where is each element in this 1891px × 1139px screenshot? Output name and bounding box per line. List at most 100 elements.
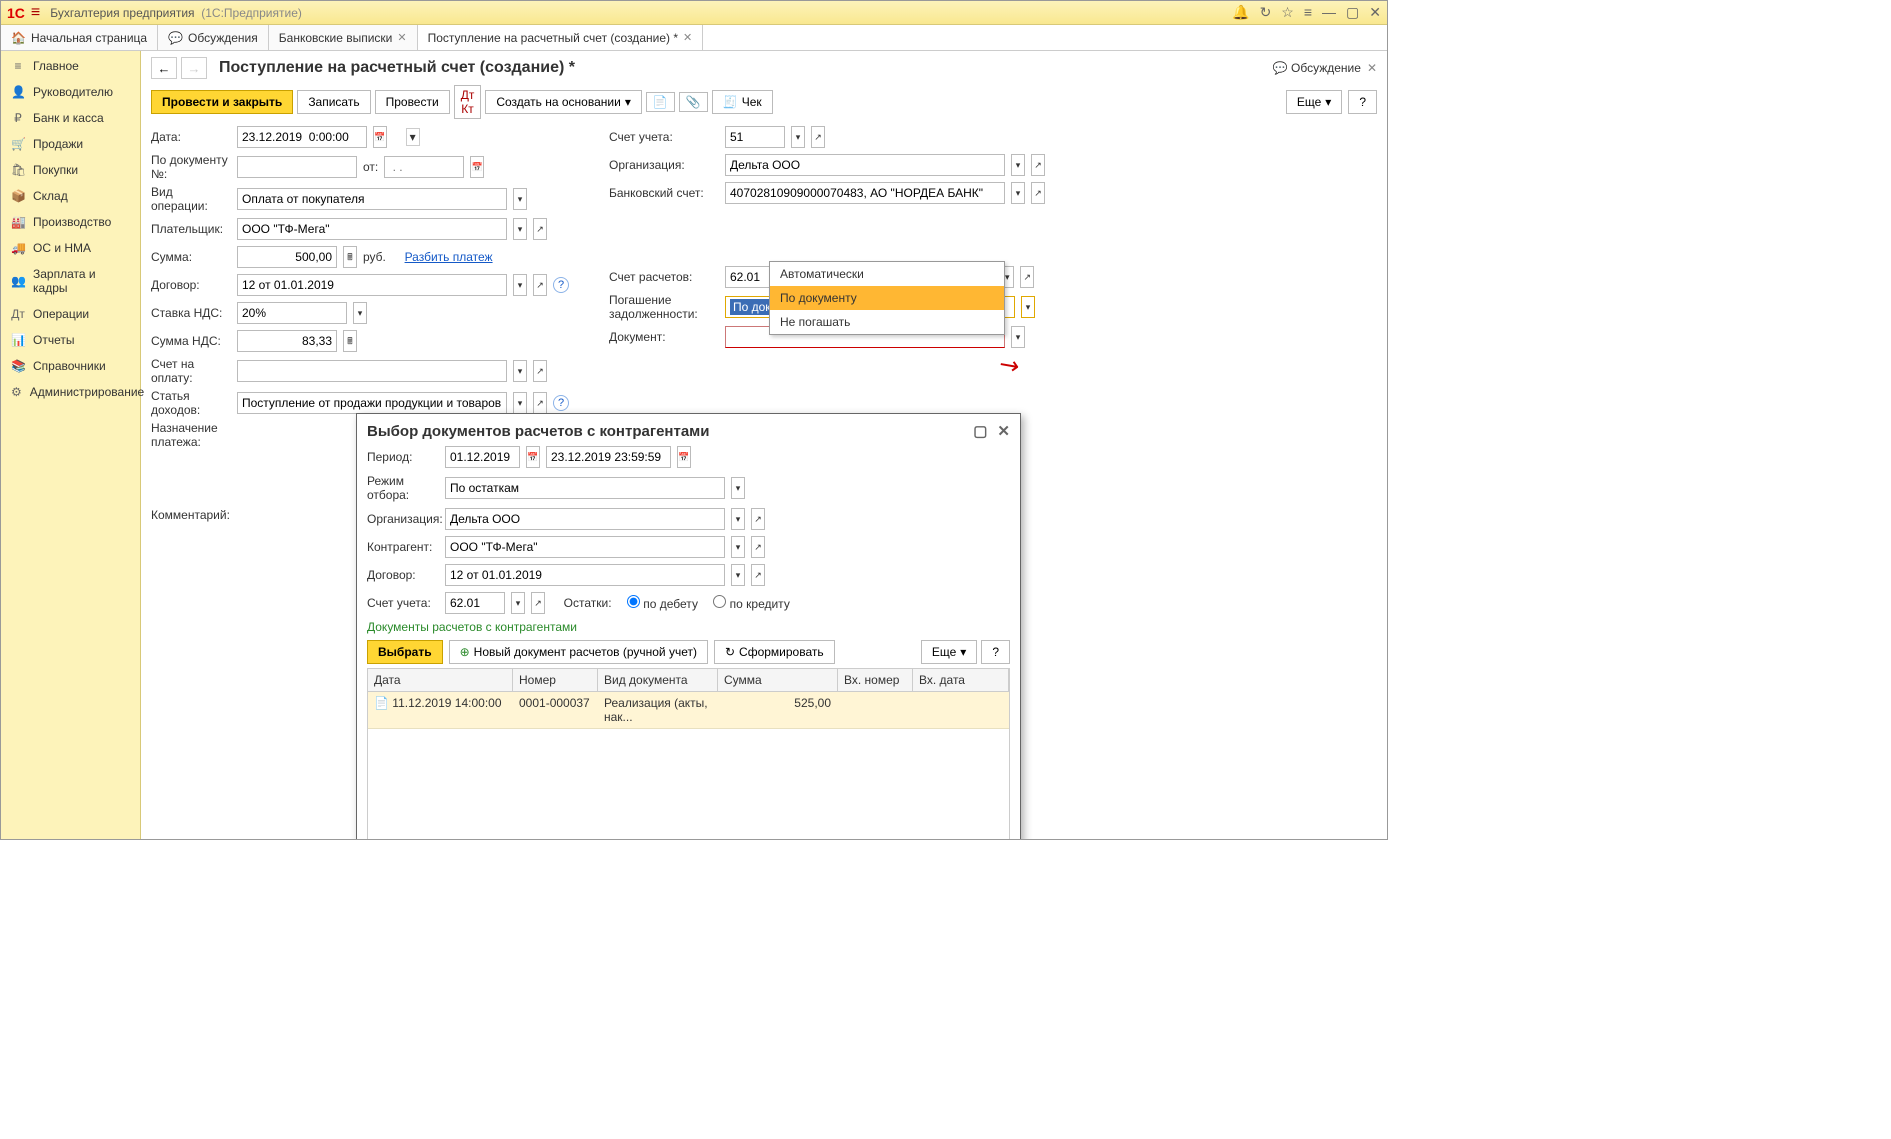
post-close-button[interactable]: Провести и закрыть (151, 90, 293, 114)
dlg-help-button[interactable]: ? (981, 640, 1010, 664)
col-sum[interactable]: Сумма (718, 669, 838, 691)
create-based-button[interactable]: Создать на основании ▾ (485, 90, 642, 114)
open-icon[interactable]: ↗ (533, 360, 547, 382)
chevron-down-icon[interactable]: ▾ (731, 564, 745, 586)
op-input[interactable] (237, 188, 507, 210)
chevron-down-icon[interactable]: ▾ (1011, 326, 1025, 348)
calendar-icon[interactable]: 📅 (526, 446, 540, 468)
option-bydoc[interactable]: По документу (770, 286, 1004, 310)
generate-button[interactable]: ↻ Сформировать (714, 640, 835, 664)
chevron-down-icon[interactable]: ▾ (513, 218, 527, 240)
chevron-down-icon[interactable]: ▾ (1011, 182, 1025, 204)
chevron-down-icon[interactable]: ▾ (1011, 154, 1025, 176)
dlg-more-button[interactable]: Еще ▾ (921, 640, 977, 664)
minimize-icon[interactable]: — (1322, 4, 1336, 21)
menu-icon[interactable]: ≡ (31, 4, 40, 22)
close-icon[interactable]: ✕ (683, 31, 692, 44)
copy-button[interactable]: 📄 (646, 92, 675, 112)
open-icon[interactable]: ↗ (531, 592, 545, 614)
tab-bank[interactable]: Банковские выписки ✕ (269, 25, 418, 50)
date-input[interactable] (237, 126, 367, 148)
forward-button[interactable]: → (181, 57, 207, 79)
open-icon[interactable]: ↗ (1031, 182, 1045, 204)
payer-input[interactable] (237, 218, 507, 240)
dtkt-button[interactable]: ДтКт (454, 85, 482, 119)
help-button[interactable]: ? (1348, 90, 1377, 114)
sidebar-item-refs[interactable]: 📚Справочники (1, 353, 140, 379)
sidebar-item-sales[interactable]: 🛒Продажи (1, 131, 140, 157)
chevron-down-icon[interactable]: ▾ (731, 536, 745, 558)
bankacct-input[interactable] (725, 182, 1005, 204)
sidebar-item-main[interactable]: ≡Главное (1, 53, 140, 79)
post-button[interactable]: Провести (375, 90, 450, 114)
back-button[interactable]: ← (151, 57, 177, 79)
maximize-icon[interactable]: ▢ (973, 422, 987, 440)
select-button[interactable]: Выбрать (367, 640, 443, 664)
discuss-button[interactable]: 💬 Обсуждение (1273, 61, 1361, 75)
bydoc-num-input[interactable] (237, 156, 357, 178)
sidebar-item-reports[interactable]: 📊Отчеты (1, 327, 140, 353)
sidebar-item-purchases[interactable]: 🛍Покупки (1, 157, 140, 183)
col-kind[interactable]: Вид документа (598, 669, 718, 691)
open-icon[interactable]: ↗ (1020, 266, 1034, 288)
save-button[interactable]: Записать (297, 90, 370, 114)
mode-input[interactable] (445, 477, 725, 499)
calc-icon[interactable]: 🖩 (343, 330, 357, 352)
period-from-input[interactable] (445, 446, 520, 468)
dlg-acct-input[interactable] (445, 592, 505, 614)
maximize-icon[interactable]: ▢ (1346, 4, 1359, 21)
cheque-button[interactable]: 🧾 Чек (712, 90, 773, 114)
sidebar-item-operations[interactable]: ДтОперации (1, 301, 140, 327)
contract-input[interactable] (237, 274, 507, 296)
open-icon[interactable]: ↗ (751, 564, 765, 586)
vatsum-input[interactable] (237, 330, 337, 352)
chevron-down-icon[interactable]: ▾ (1021, 296, 1035, 318)
acct-input[interactable] (725, 126, 785, 148)
close-icon[interactable]: ✕ (397, 31, 406, 44)
more-button[interactable]: Еще ▾ (1286, 90, 1342, 114)
sidebar-item-admin[interactable]: ⚙Администрирование (1, 379, 140, 405)
history-icon[interactable]: ↻ (1260, 4, 1272, 21)
bell-icon[interactable]: 🔔 (1232, 4, 1249, 21)
calc-icon[interactable]: 🖩 (343, 246, 357, 268)
chevron-down-icon[interactable]: ▾ (731, 508, 745, 530)
dlg-contract-input[interactable] (445, 564, 725, 586)
col-date[interactable]: Дата (368, 669, 513, 691)
chevron-down-icon[interactable]: ▾ (511, 592, 525, 614)
open-icon[interactable]: ↗ (751, 536, 765, 558)
chevron-down-icon[interactable]: ▾ (731, 477, 745, 499)
bydoc-date-input[interactable] (384, 156, 464, 178)
sidebar-item-bank[interactable]: ₽Банк и касса (1, 105, 140, 131)
close-icon[interactable]: ✕ (997, 422, 1010, 440)
sidebar-item-production[interactable]: 🏭Производство (1, 209, 140, 235)
option-none[interactable]: Не погашать (770, 310, 1004, 334)
chevron-down-icon[interactable]: ▾ (353, 302, 367, 324)
help-icon[interactable]: ? (553, 395, 569, 411)
calendar-icon[interactable]: 📅 (677, 446, 691, 468)
credit-radio[interactable]: по кредиту (713, 595, 790, 611)
open-icon[interactable]: ↗ (533, 274, 547, 296)
date-ext-icon[interactable]: ▾ (406, 128, 420, 146)
col-num[interactable]: Номер (513, 669, 598, 691)
col-indate[interactable]: Вх. дата (913, 669, 1009, 691)
chevron-down-icon[interactable]: ▾ (513, 188, 527, 210)
chevron-down-icon[interactable]: ▾ (513, 392, 527, 414)
chevron-down-icon[interactable]: ▾ (791, 126, 805, 148)
tab-receipt[interactable]: Поступление на расчетный счет (создание)… (418, 25, 704, 50)
open-icon[interactable]: ↗ (1031, 154, 1045, 176)
paybill-input[interactable] (237, 360, 507, 382)
settings-icon[interactable]: ≡ (1304, 4, 1312, 21)
col-innum[interactable]: Вх. номер (838, 669, 913, 691)
sidebar-item-manager[interactable]: 👤Руководителю (1, 79, 140, 105)
tab-discuss[interactable]: 💬 Обсуждения (158, 25, 269, 50)
close-icon[interactable]: ✕ (1369, 4, 1381, 21)
org-input[interactable] (725, 154, 1005, 176)
tab-start[interactable]: 🏠 Начальная страница (1, 25, 158, 50)
calendar-icon[interactable]: 📅 (373, 126, 387, 148)
period-to-input[interactable] (546, 446, 671, 468)
ctr-input[interactable] (445, 536, 725, 558)
sidebar-item-assets[interactable]: 🚚ОС и НМА (1, 235, 140, 261)
chevron-down-icon[interactable]: ▾ (513, 360, 527, 382)
open-icon[interactable]: ↗ (533, 218, 547, 240)
star-icon[interactable]: ☆ (1281, 4, 1294, 21)
